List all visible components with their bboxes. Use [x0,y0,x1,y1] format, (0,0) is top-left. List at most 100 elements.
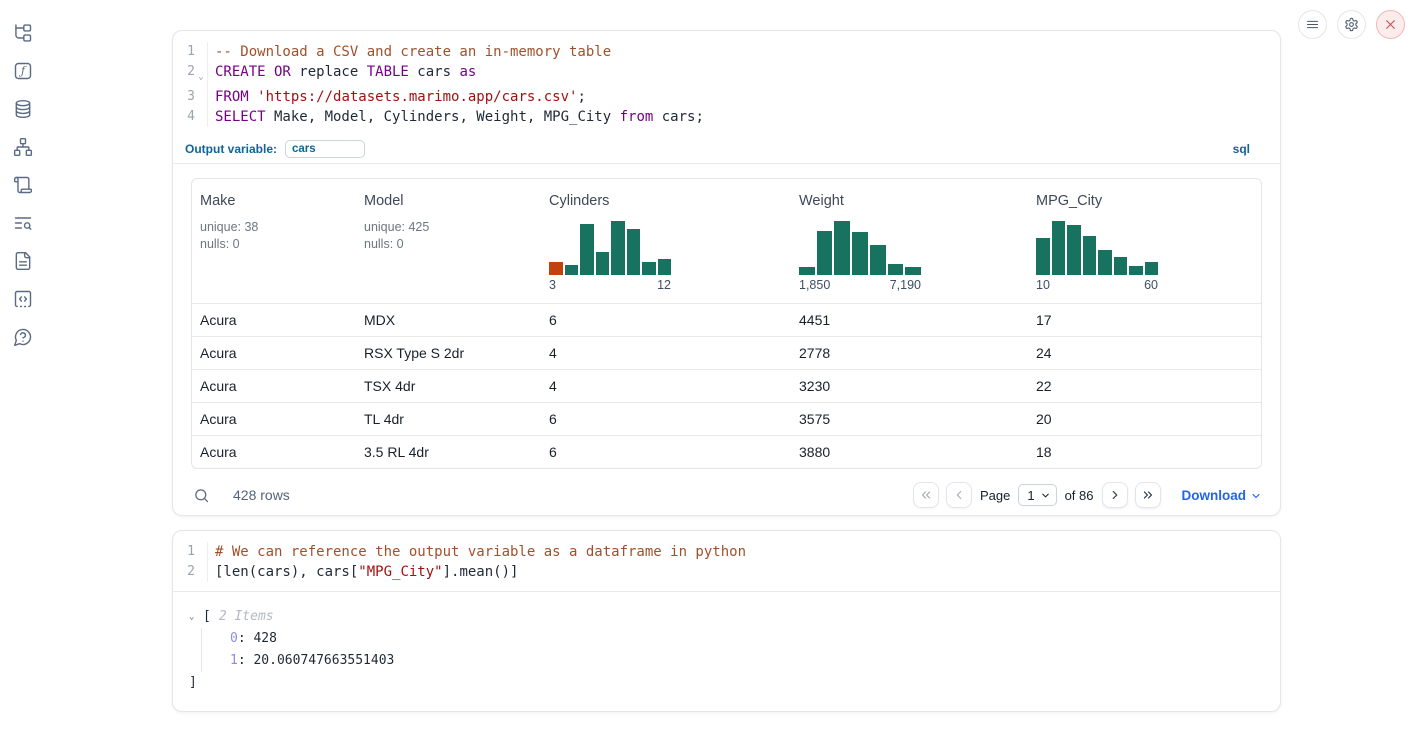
database-icon [13,99,33,119]
tree-entry: 0: 428 [230,628,1280,650]
axis-max-label: 12 [657,278,671,295]
axis-min-label: 3 [549,278,556,295]
table-cell: 17 [1028,312,1261,328]
page-select[interactable]: 1 [1018,484,1056,506]
search-icon[interactable] [193,487,210,504]
first-page-button [913,482,939,508]
shutdown-button[interactable] [1376,10,1405,39]
bracket-close: ] [189,672,1280,694]
output-variable-label: Output variable: [185,142,277,156]
page-label: Page [980,488,1010,503]
column-header-weight[interactable]: Weight1,8507,190 [791,179,1028,303]
histogram-bar [1083,236,1097,275]
column-label: MPG_City [1036,193,1255,209]
chevrons-left-icon [919,488,933,502]
histogram-bar [1114,257,1128,275]
column-header-model[interactable]: Model unique: 425nulls: 0 [356,179,541,303]
column-header-mpg_city[interactable]: MPG_City 1060 [1028,179,1261,303]
tree-entry: 1: 20.060747663551403 [230,650,1280,672]
table-cell: 2778 [791,345,1028,361]
svg-text:ƒ: ƒ [19,65,27,78]
chevron-left-icon [952,488,966,502]
sql-cell: 1-- Download a CSV and create an in-memo… [172,30,1281,516]
axis-min-label: 10 [1036,278,1050,295]
fold-chevron-icon[interactable]: ⌄ [195,62,207,87]
items-count-label: 2 Items [219,606,274,628]
file-text-icon [13,251,33,271]
column-summary: unique: 38nulls: 0 [200,219,350,253]
chevron-down-icon [1040,490,1051,501]
table-cell: TL 4dr [356,411,541,427]
histogram-bar [642,262,656,275]
sidebar-item-logs[interactable] [12,212,34,234]
column-label: Model [364,193,535,209]
sidebar-item-snippets[interactable] [12,288,34,310]
table-cell: 20 [1028,411,1261,427]
table-cell: 4451 [791,312,1028,328]
next-page-button[interactable] [1102,482,1128,508]
last-page-button[interactable] [1135,482,1161,508]
notebook-menu-button[interactable] [1298,10,1327,39]
table-cell: TSX 4dr [356,378,541,394]
table-row: AcuraTSX 4dr4323022 [192,369,1261,402]
histogram-bar [1129,266,1143,275]
scroll-icon [13,175,33,195]
chevrons-right-icon [1141,488,1155,502]
data-table: Makeunique: 38nulls: 0 Model unique: 425nu… [191,178,1262,469]
axis-max-label: 7,190 [890,278,921,295]
sql-code-editor[interactable]: 1-- Download a CSV and create an in-memo… [173,31,1280,136]
download-button[interactable]: Download [1182,488,1263,503]
table-row: AcuraMDX6445117 [192,303,1261,336]
collapse-chevron-icon[interactable]: ⌄ [189,606,203,628]
histogram-bar [596,252,610,275]
histogram-bar [852,232,868,275]
sidebar-item-dependency-graph[interactable] [12,136,34,158]
table-cell: 3575 [791,411,1028,427]
table-cell: Acura [192,444,356,460]
python-cell: 1# We can reference the output variable … [172,530,1281,712]
function-square-icon: ƒ [13,61,33,81]
row-count: 428 rows [233,487,290,503]
histogram-bar [580,224,594,275]
column-histogram: 1060 [1036,221,1158,295]
column-label: Cylinders [549,193,785,209]
top-actions [1298,10,1405,39]
sidebar-item-file-explorer[interactable] [12,22,34,44]
table-footer: 428 rows Page 1 of 86 Download [173,469,1280,508]
sidebar-item-help[interactable] [12,326,34,348]
histogram-bar [1052,221,1066,275]
column-label: Weight [799,193,1022,209]
histogram-bar [1098,250,1112,275]
code-line: 1# We can reference the output variable … [173,542,1280,562]
sidebar-item-datasources[interactable] [12,98,34,120]
pagination: Page 1 of 86 Download [913,482,1262,508]
table-cell: 6 [541,444,791,460]
text-search-icon [13,213,33,233]
histogram-bar [1036,238,1050,275]
output-variable-bar: Output variable: sql [173,136,1280,164]
histogram-bar [870,245,886,275]
code-line: 1-- Download a CSV and create an in-memo… [173,42,1280,62]
settings-button[interactable] [1337,10,1366,39]
table-header-row: Makeunique: 38nulls: 0 Model unique: 425nu… [192,179,1261,303]
file-tree-icon [13,23,33,43]
table-cell: 18 [1028,444,1261,460]
sidebar-item-documentation[interactable] [12,250,34,272]
table-cell: 24 [1028,345,1261,361]
table-cell: MDX [356,312,541,328]
table-row: AcuraRSX Type S 2dr4277824 [192,336,1261,369]
table-cell: 22 [1028,378,1261,394]
code-line: 2[len(cars), cars["MPG_City"].mean()] [173,562,1280,582]
column-header-cylinders[interactable]: Cylinders 3 12 [541,179,791,303]
column-header-make[interactable]: Makeunique: 38nulls: 0 [192,179,356,303]
sidebar-item-variables[interactable]: ƒ [12,60,34,82]
table-cell: 3230 [791,378,1028,394]
python-code-editor[interactable]: 1# We can reference the output variable … [173,531,1280,592]
output-variable-input[interactable] [285,140,365,158]
table-cell: Acura [192,411,356,427]
table-cell: 3880 [791,444,1028,460]
sidebar-item-outline[interactable] [12,174,34,196]
bracket-open: [ [203,606,211,628]
column-summary: unique: 425nulls: 0 [364,219,535,253]
line-number: 1 [173,542,195,562]
